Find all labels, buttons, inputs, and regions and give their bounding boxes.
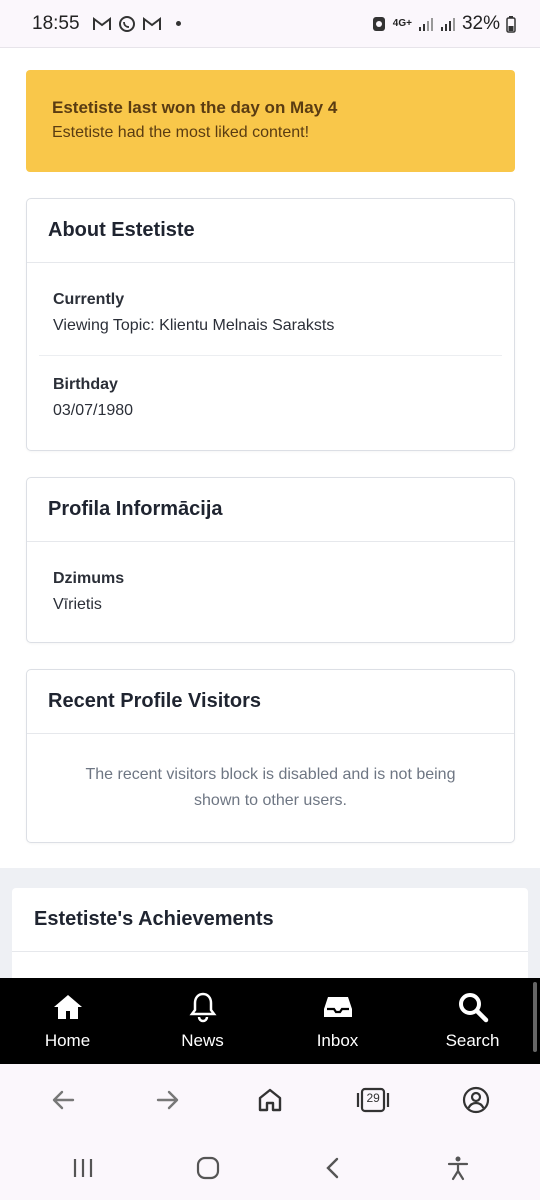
nav-inbox[interactable]: Inbox [270, 978, 405, 1064]
status-bar: 18:55 4G+ 32% [0, 0, 540, 48]
nav-home-label: Home [44, 1031, 91, 1050]
achievements-section: Estetiste's Achievements [0, 868, 540, 978]
system-home-button[interactable] [178, 1140, 238, 1196]
field-label: Birthday [53, 376, 118, 393]
visitors-card: Recent Profile Visitors The recent visit… [26, 669, 515, 843]
inbox-icon [323, 997, 352, 1017]
banner-text: Estetiste had the most liked content! [52, 124, 310, 141]
home-icon [53, 995, 82, 1019]
home-circle-icon [196, 1156, 219, 1180]
field-birthday: Birthday 03/07/1980 [27, 356, 514, 450]
nav-search[interactable]: Search [405, 978, 540, 1064]
status-time: 18:55 [32, 12, 80, 34]
bell-icon [189, 992, 216, 1023]
forward-button[interactable] [137, 1070, 197, 1130]
field-value-gender: Vīrietis [53, 596, 102, 613]
signal-icon [418, 16, 434, 32]
nav-home[interactable]: Home [0, 978, 135, 1064]
gmail-icon [92, 16, 112, 32]
accessibility-icon [447, 1156, 468, 1181]
search-icon [458, 993, 488, 1023]
whatsapp-icon [118, 15, 136, 33]
nav-inbox-label: Inbox [316, 1031, 359, 1050]
tab-count: 29 [366, 1091, 380, 1105]
battery-icon [506, 15, 516, 33]
field-currently: Currently Viewing Topic: Klientu Melnais… [27, 263, 514, 335]
tabs-button[interactable]: 29 [343, 1070, 403, 1130]
network-type: 4G+ [392, 18, 412, 29]
system-back-button[interactable] [303, 1140, 363, 1196]
achievements-title: Estetiste's Achievements [12, 888, 528, 952]
account-icon [463, 1086, 490, 1114]
profile-info-card: Profila Informācija Dzimums Vīrietis [26, 477, 515, 643]
system-nav-bar [0, 1136, 540, 1200]
browser-home-button[interactable] [240, 1070, 300, 1130]
field-gender: Dzimums Vīrietis [27, 542, 514, 642]
home-outline-icon [258, 1088, 282, 1112]
visitors-disabled-note: The recent visitors block is disabled an… [85, 766, 456, 809]
recents-icon [73, 1159, 92, 1177]
forward-arrow-icon [156, 1090, 178, 1110]
field-label: Currently [53, 291, 125, 308]
nav-news-label: News [181, 1031, 224, 1050]
battery-saver-icon [371, 15, 387, 33]
recents-button[interactable] [53, 1140, 113, 1196]
back-icon [325, 1157, 338, 1179]
field-value-birthday: 03/07/1980 [53, 402, 134, 419]
about-card: About Estetiste Currently Viewing Topic:… [26, 198, 515, 451]
field-label: Dzimums [53, 570, 125, 587]
visitors-card-title: Recent Profile Visitors [27, 670, 514, 734]
browser-toolbar: 29 [0, 1064, 540, 1136]
achievements-card: Estetiste's Achievements [12, 888, 528, 978]
accessibility-button[interactable] [428, 1140, 488, 1196]
notification-dot [175, 21, 181, 26]
battery-percent: 32% [461, 12, 500, 34]
back-button[interactable] [34, 1070, 94, 1130]
banner-title: Estetiste last won the day on May 4 [52, 98, 338, 117]
profile-sidebar: Estetiste last won the day on May 4 Este… [0, 48, 540, 868]
back-arrow-icon [52, 1090, 74, 1110]
field-value-currently[interactable]: Viewing Topic: Klientu Melnais Saraksts [53, 317, 488, 335]
about-card-title: About Estetiste [27, 199, 514, 263]
app-bottom-nav: Home News Inbox Search [0, 978, 540, 1064]
nav-search-label: Search [445, 1031, 500, 1050]
profile-content[interactable]: Estetiste last won the day on May 4 Este… [0, 48, 540, 978]
account-button[interactable] [446, 1070, 506, 1130]
day-winner-banner: Estetiste last won the day on May 4 Este… [26, 70, 515, 172]
scrollbar[interactable] [533, 982, 537, 1052]
gmail-icon [142, 16, 162, 32]
signal-icon [440, 16, 456, 32]
profile-info-title: Profila Informācija [27, 478, 514, 542]
nav-news[interactable]: News [135, 978, 270, 1064]
